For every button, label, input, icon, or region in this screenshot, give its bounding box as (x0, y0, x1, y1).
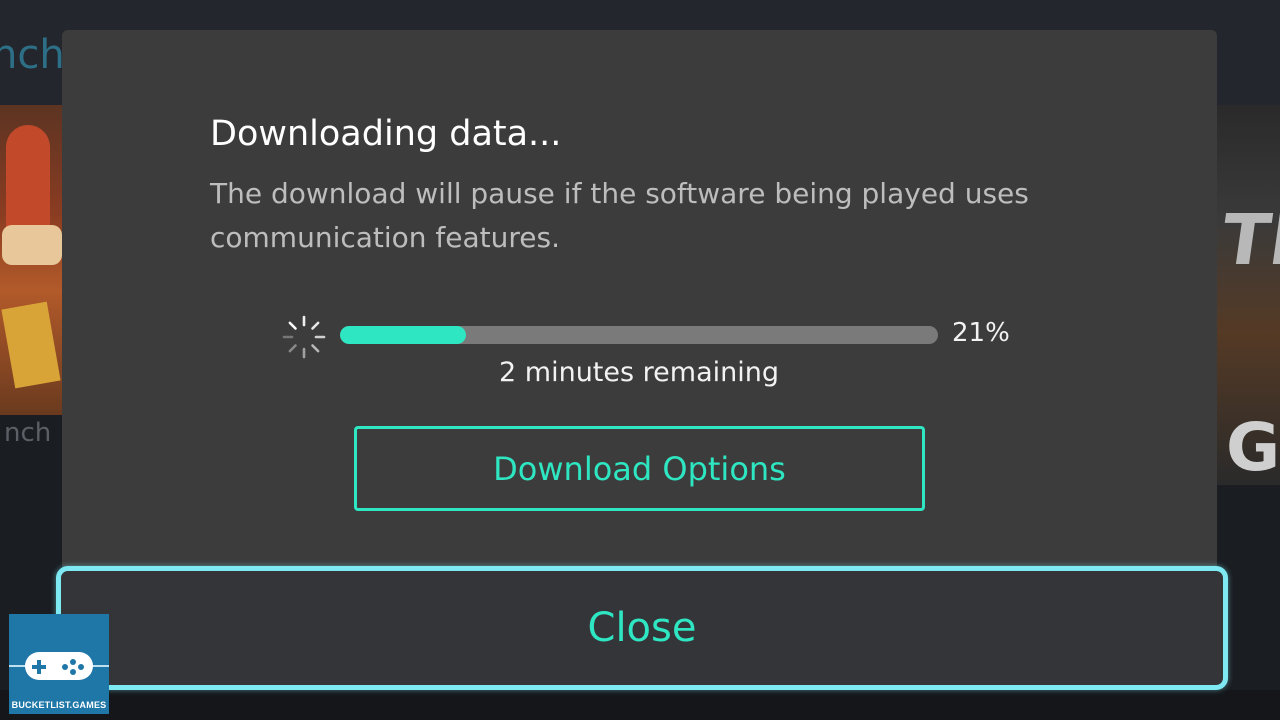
background-tile-text: G (1226, 409, 1280, 485)
background-title-fragment: nch (0, 32, 65, 78)
download-options-button[interactable]: Download Options (354, 426, 925, 511)
dialog-description: The download will pause if the software … (210, 177, 1029, 254)
background-tile-caption: nch (4, 418, 52, 448)
background-game-tile-left (0, 105, 66, 415)
download-dialog: Downloading data... The download will pa… (62, 30, 1217, 610)
watermark-logo: BUCKETLIST.GAMES (9, 614, 109, 714)
time-remaining: 2 minutes remaining (499, 357, 779, 388)
dialog-title: Downloading data... (210, 114, 562, 154)
download-progress-bar (340, 326, 938, 344)
loading-spinner-icon (282, 315, 326, 359)
close-button[interactable]: Close (56, 566, 1228, 690)
screen: nch nch TE G Downloading data... The dow… (0, 0, 1280, 720)
gamepad-icon (25, 652, 93, 680)
close-button-label: Close (587, 605, 697, 651)
download-progress-fill (340, 326, 466, 344)
background-footer (0, 690, 1280, 720)
watermark-text: BUCKETLIST.GAMES (11, 700, 107, 710)
background-game-tile-right: TE G (1216, 105, 1280, 485)
background-tile-text: TE (1216, 199, 1280, 281)
download-percent: 21% (952, 318, 1010, 348)
